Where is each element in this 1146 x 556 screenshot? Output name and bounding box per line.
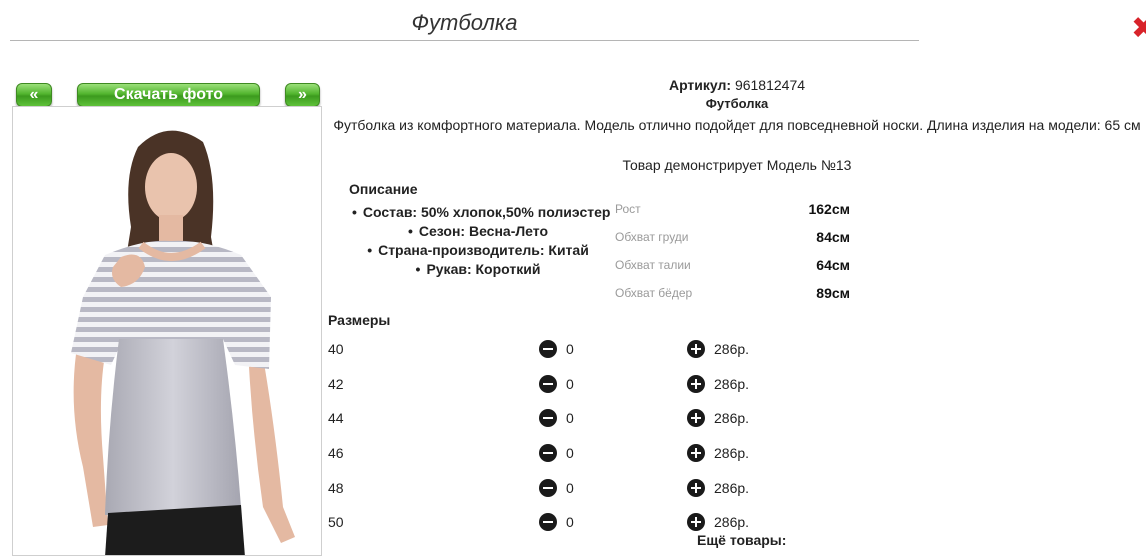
- decrease-qty-icon[interactable]: [539, 340, 557, 358]
- qty-value: 0: [566, 341, 574, 357]
- qty-value: 0: [566, 514, 574, 530]
- measure-value: 84см: [816, 229, 850, 245]
- increase-qty-icon[interactable]: [687, 479, 705, 497]
- increase-qty-icon[interactable]: [687, 513, 705, 531]
- decrease-qty-icon[interactable]: [539, 444, 557, 462]
- price-value: 286р.: [714, 376, 750, 392]
- model-note: Товар демонстрирует Модель №13: [622, 157, 852, 173]
- qty-value: 0: [566, 445, 574, 461]
- price-value: 286р.: [714, 410, 750, 426]
- attribute-item: Состав: 50% хлопок,50% полиэстер: [328, 203, 628, 222]
- measure-label: Обхват талии: [615, 258, 691, 272]
- close-icon: ✖: [1131, 14, 1146, 44]
- price-value: 286р.: [714, 480, 750, 496]
- size-label: 50: [328, 514, 344, 530]
- qty-value: 0: [566, 480, 574, 496]
- increase-qty-icon[interactable]: [687, 409, 705, 427]
- article-label: Артикул:: [668, 77, 732, 93]
- download-photo-button[interactable]: Скачать фото: [77, 83, 260, 107]
- more-products-heading: Ещё товары:: [697, 532, 787, 548]
- product-description: Футболка из комфортного материала. Модел…: [333, 117, 1141, 133]
- prev-photo-button[interactable]: «: [16, 83, 52, 107]
- increase-qty-icon[interactable]: [687, 375, 705, 393]
- size-label: 46: [328, 445, 344, 461]
- article-value: 961812474: [734, 77, 806, 93]
- close-button[interactable]: ✖: [1131, 14, 1146, 44]
- attribute-item: Страна-производитель: Китай: [328, 241, 628, 260]
- measure-value: 64см: [816, 257, 850, 273]
- size-label: 44: [328, 410, 344, 426]
- product-photo: [12, 106, 322, 556]
- model-photo-image: [71, 130, 295, 555]
- title-divider: [10, 40, 919, 41]
- size-label: 48: [328, 480, 344, 496]
- sizes-heading: Размеры: [328, 312, 391, 328]
- size-label: 40: [328, 341, 344, 357]
- price-value: 286р.: [714, 341, 750, 357]
- attribute-item: Сезон: Весна-Лето: [328, 222, 628, 241]
- measure-label: Обхват бёдер: [615, 286, 693, 300]
- attribute-list: Состав: 50% хлопок,50% полиэстер Сезон: …: [328, 203, 628, 279]
- qty-value: 0: [566, 376, 574, 392]
- article-line: Артикул: 961812474: [328, 77, 1146, 93]
- measure-label: Рост: [615, 202, 641, 216]
- price-value: 286р.: [714, 445, 750, 461]
- decrease-qty-icon[interactable]: [539, 513, 557, 531]
- price-value: 286р.: [714, 514, 750, 530]
- increase-qty-icon[interactable]: [687, 444, 705, 462]
- decrease-qty-icon[interactable]: [539, 409, 557, 427]
- product-name: Футболка: [705, 96, 769, 111]
- description-heading: Описание: [349, 181, 418, 197]
- page-title: Футболка: [411, 10, 518, 35]
- next-photo-button[interactable]: »: [285, 83, 320, 107]
- measure-value: 162см: [808, 201, 850, 217]
- attribute-item: Рукав: Короткий: [328, 260, 628, 279]
- measure-value: 89см: [816, 285, 850, 301]
- increase-qty-icon[interactable]: [687, 340, 705, 358]
- decrease-qty-icon[interactable]: [539, 479, 557, 497]
- decrease-qty-icon[interactable]: [539, 375, 557, 393]
- qty-value: 0: [566, 410, 574, 426]
- size-label: 42: [328, 376, 344, 392]
- measure-label: Обхват груди: [615, 230, 689, 244]
